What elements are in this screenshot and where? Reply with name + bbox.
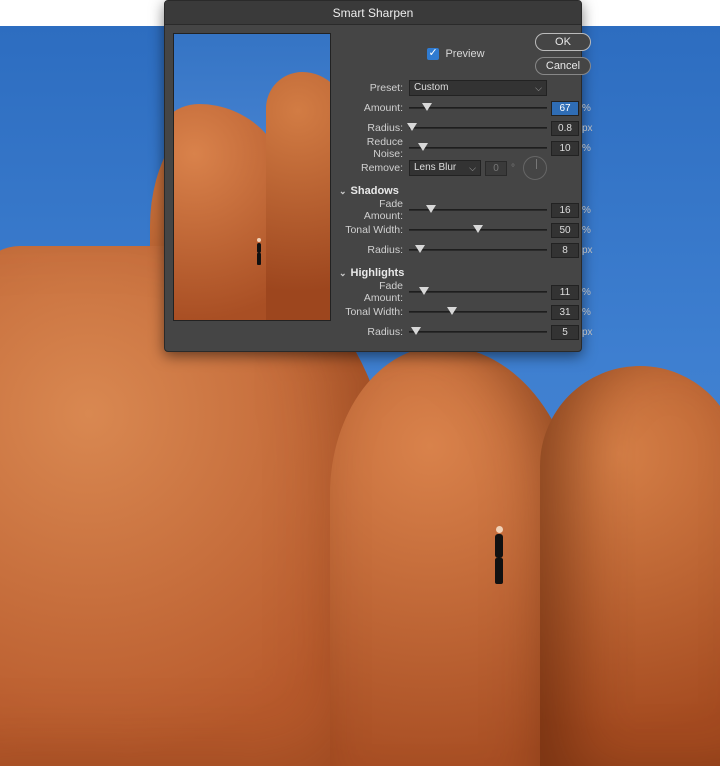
shadows-radius-label: Radius: <box>339 244 409 256</box>
shadows-fade-label: Fade Amount: <box>339 198 409 222</box>
highlights-radius-slider[interactable] <box>409 331 547 333</box>
angle-value: 0 <box>485 161 507 176</box>
preview-pane[interactable] <box>173 33 331 321</box>
shadows-tonal-slider[interactable] <box>409 229 547 231</box>
shadows-tonal-value[interactable]: 50 <box>551 223 579 238</box>
radius-value[interactable]: 0.8 <box>551 121 579 136</box>
preview-checkbox[interactable] <box>427 48 439 60</box>
shadows-radius-value[interactable]: 8 <box>551 243 579 258</box>
noise-value[interactable]: 10 <box>551 141 579 156</box>
angle-dial <box>523 156 547 180</box>
preset-select[interactable]: Custom <box>409 80 547 96</box>
preset-label: Preset: <box>339 82 409 94</box>
dialog-title[interactable]: Smart Sharpen <box>165 1 581 25</box>
degree-icon: ° <box>511 163 515 174</box>
highlights-fade-label: Fade Amount: <box>339 280 409 304</box>
controls-panel: Preview OK Cancel Preset: Custom Amount:… <box>339 33 593 343</box>
shadows-radius-slider[interactable] <box>409 249 547 251</box>
highlights-tonal-label: Tonal Width: <box>339 306 409 318</box>
radius-slider[interactable] <box>409 127 547 129</box>
preview-label: Preview <box>445 48 484 60</box>
highlights-tonal-value[interactable]: 31 <box>551 305 579 320</box>
person-figure <box>490 526 508 586</box>
highlights-fade-value[interactable]: 11 <box>551 285 579 300</box>
shadows-fade-slider[interactable] <box>409 209 547 211</box>
highlights-section-header[interactable]: ⌄ Highlights <box>339 267 593 279</box>
radius-label: Radius: <box>339 122 409 134</box>
amount-unit: % <box>579 103 593 114</box>
amount-label: Amount: <box>339 102 409 114</box>
amount-slider[interactable] <box>409 107 547 109</box>
noise-unit: % <box>579 143 593 154</box>
noise-label: Reduce Noise: <box>339 136 409 160</box>
remove-label: Remove: <box>339 162 409 174</box>
chevron-down-icon: ⌄ <box>339 186 347 197</box>
cancel-button[interactable]: Cancel <box>535 57 591 75</box>
amount-value[interactable]: 67 <box>551 101 579 116</box>
shadows-tonal-label: Tonal Width: <box>339 224 409 236</box>
shadows-section-header[interactable]: ⌄ Shadows <box>339 185 593 197</box>
noise-slider[interactable] <box>409 147 547 149</box>
highlights-fade-slider[interactable] <box>409 291 547 293</box>
remove-select[interactable]: Lens Blur <box>409 160 481 176</box>
radius-unit: px <box>579 123 593 134</box>
ok-button[interactable]: OK <box>535 33 591 51</box>
chevron-down-icon: ⌄ <box>339 268 347 279</box>
shadows-fade-value[interactable]: 16 <box>551 203 579 218</box>
highlights-radius-value[interactable]: 5 <box>551 325 579 340</box>
highlights-radius-label: Radius: <box>339 326 409 338</box>
highlights-tonal-slider[interactable] <box>409 311 547 313</box>
smart-sharpen-dialog: Smart Sharpen Preview OK Cancel Preset: … <box>164 0 582 352</box>
